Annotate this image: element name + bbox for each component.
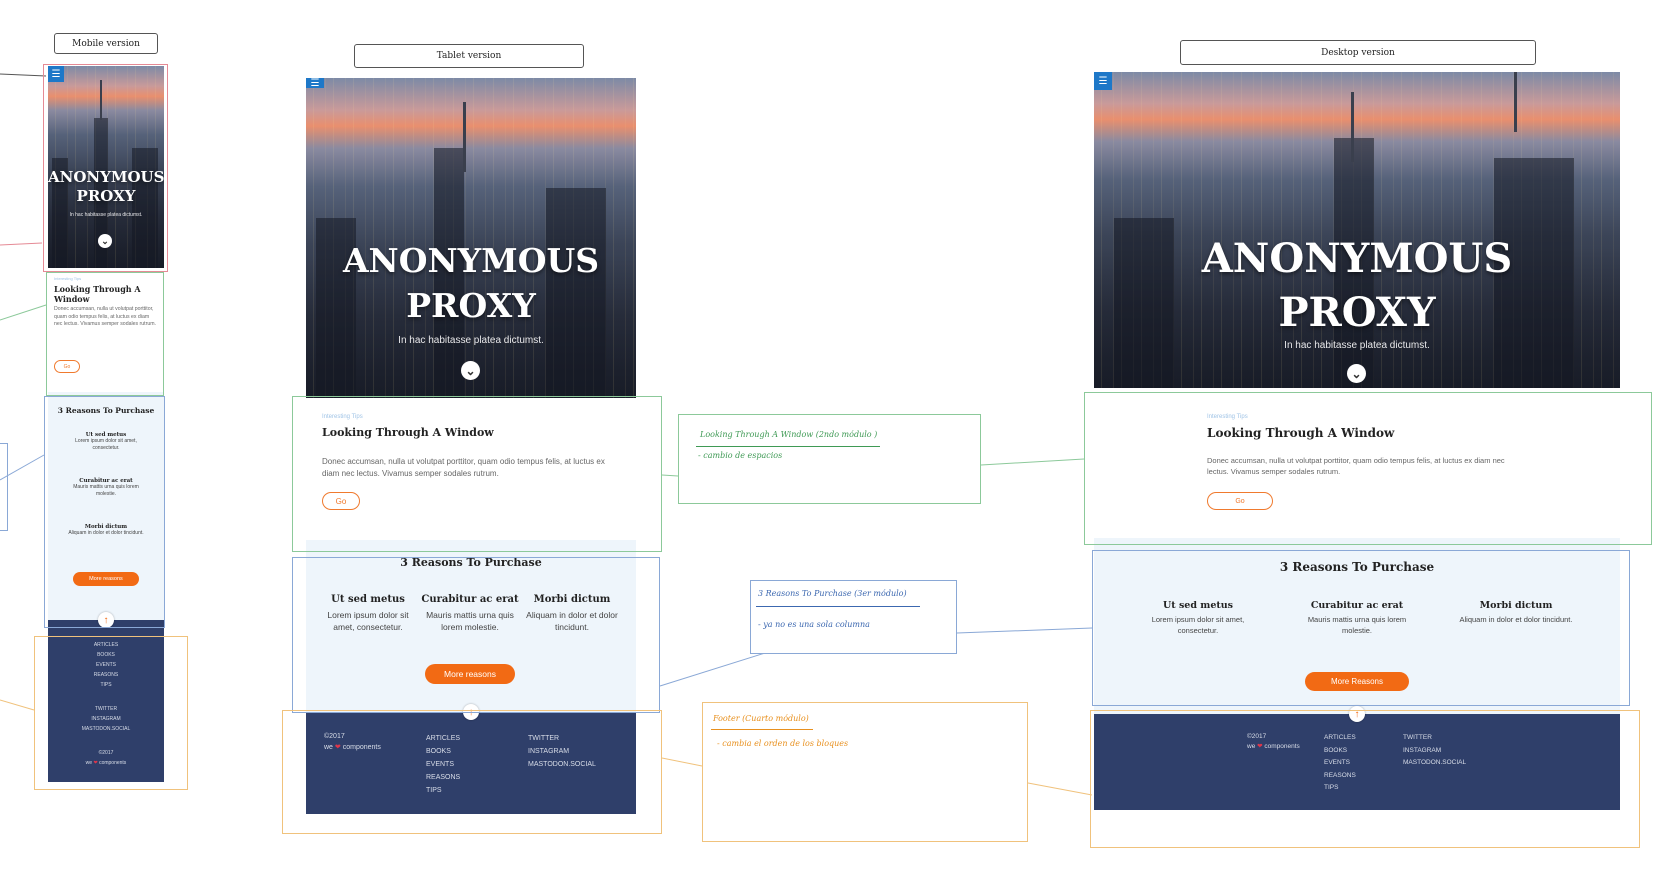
desktop-spire-2 bbox=[1514, 72, 1517, 132]
tablet-version-label-text: Tablet version bbox=[436, 51, 502, 61]
desktop-chevron-down-icon[interactable]: ⌄ bbox=[1347, 364, 1366, 383]
desktop-footer-frame bbox=[1090, 710, 1640, 848]
tablet-reasons-frame bbox=[292, 557, 660, 713]
tablet-hero-title: ANONYMOUS PROXY bbox=[306, 238, 636, 328]
note-window-underline bbox=[696, 446, 880, 447]
desktop-menu-icon[interactable]: ☰ bbox=[1094, 72, 1112, 90]
note-reasons-underline bbox=[756, 606, 920, 607]
desktop-window-frame bbox=[1084, 392, 1652, 545]
desktop-hero-subtitle: In hac habitasse platea dictumst. bbox=[1284, 340, 1430, 351]
note-footer-underline bbox=[711, 729, 813, 730]
connector-mobile-window bbox=[0, 304, 47, 321]
tablet-version-label: Tablet version bbox=[354, 44, 584, 68]
tablet-chevron-down-icon[interactable]: ⌄ bbox=[461, 361, 480, 380]
note-reasons-detail: - ya no es una sola columna bbox=[758, 620, 870, 629]
tablet-hero-subtitle: In hac habitasse platea dictumst. bbox=[398, 335, 544, 346]
desktop-version-label: Desktop version bbox=[1180, 40, 1536, 65]
offscreen-note-box bbox=[0, 443, 8, 531]
desktop-hero-title: ANONYMOUS PROXY bbox=[1094, 232, 1620, 340]
connector-mobile-menu bbox=[0, 73, 47, 77]
note-reasons-title: 3 Reasons To Purchase (3er módulo) bbox=[758, 589, 907, 598]
connector-note-desktop-footer bbox=[1027, 782, 1093, 796]
note-footer-module: Footer (Cuarto módulo) - cambia el orden… bbox=[702, 702, 1028, 842]
tablet-window-frame bbox=[292, 396, 662, 552]
desktop-hero-title-line2: PROXY bbox=[1278, 289, 1436, 336]
desktop-hero: ANONYMOUS PROXY In hac habitasse platea … bbox=[1094, 72, 1620, 388]
desktop-spire bbox=[1351, 92, 1354, 162]
connector-note-desktop-window bbox=[980, 458, 1085, 466]
desktop-hero-title-line1: ANONYMOUS bbox=[1201, 235, 1513, 282]
connector-tablet-footer-note bbox=[661, 757, 703, 767]
tablet-spire bbox=[463, 102, 466, 172]
mobile-version-label: Mobile version bbox=[54, 33, 158, 54]
desktop-version-label-text: Desktop version bbox=[1321, 47, 1395, 58]
note-window-detail: - cambio de espacios bbox=[698, 451, 783, 460]
mobile-hero-frame bbox=[43, 64, 168, 272]
connector-tablet-window-note bbox=[661, 474, 679, 477]
connector-tablet-reasons-note bbox=[659, 652, 766, 687]
mobile-window-frame bbox=[46, 272, 164, 396]
mobile-footer-frame bbox=[34, 636, 188, 790]
mobile-version-label-text: Mobile version bbox=[72, 38, 140, 49]
tablet-footer-frame bbox=[282, 710, 662, 834]
note-footer-title: Footer (Cuarto módulo) bbox=[713, 714, 809, 723]
connector-mobile-hero bbox=[0, 242, 43, 246]
tablet-hero-title-line1: ANONYMOUS bbox=[342, 241, 600, 280]
desktop-reasons-frame bbox=[1092, 550, 1630, 706]
tablet-hero: ANONYMOUS PROXY In hac habitasse platea … bbox=[306, 78, 636, 398]
note-reasons-module: 3 Reasons To Purchase (3er módulo) - ya … bbox=[750, 580, 957, 654]
note-footer-detail: - cambia el orden de los bloques bbox=[717, 739, 849, 748]
mobile-reasons-frame bbox=[44, 396, 165, 628]
note-window-title: Looking Through A Window (2ndo módulo ) bbox=[700, 430, 878, 439]
note-window-module: Looking Through A Window (2ndo módulo ) … bbox=[678, 414, 981, 504]
tablet-hero-title-line2: PROXY bbox=[406, 286, 536, 325]
tablet-menu-icon[interactable]: ☰ bbox=[306, 78, 324, 89]
connector-note-desktop-reasons bbox=[956, 627, 1093, 634]
connector-mobile-footer bbox=[0, 699, 35, 711]
